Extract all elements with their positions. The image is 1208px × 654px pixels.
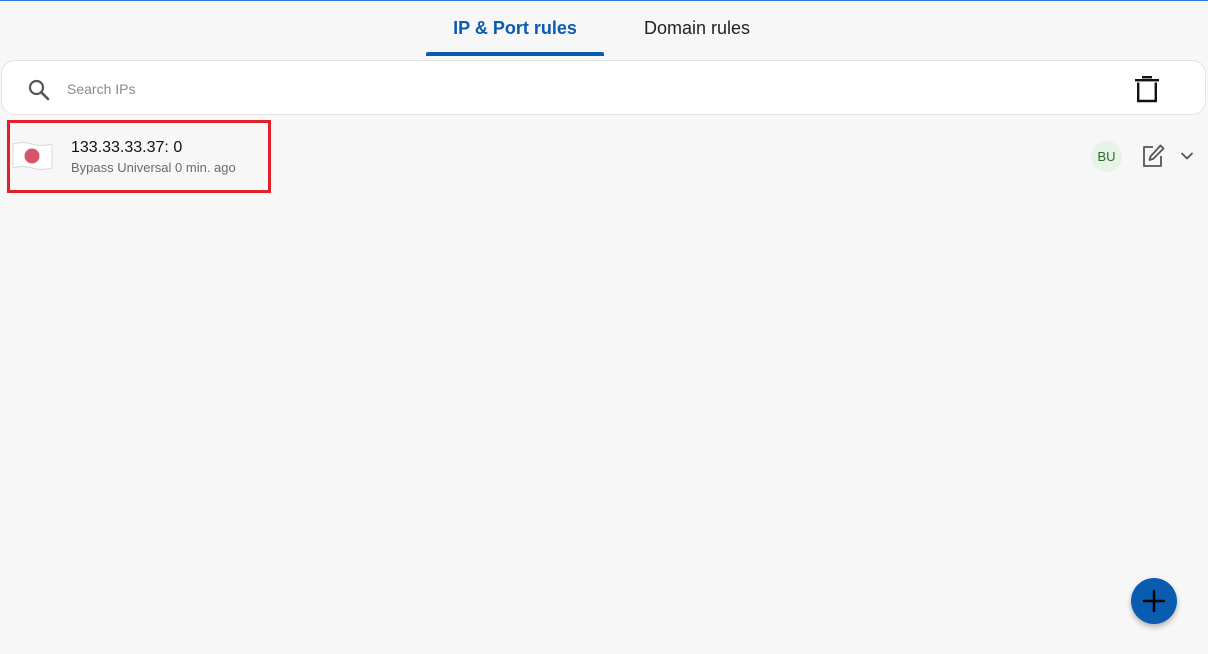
- edit-icon[interactable]: [1140, 143, 1166, 169]
- rule-row[interactable]: 133.33.33.37: 0 Bypass Universal 0 min. …: [0, 120, 1208, 193]
- trash-icon[interactable]: [1132, 74, 1162, 104]
- tab-ip-port-rules[interactable]: IP & Port rules: [426, 0, 604, 56]
- rule-subtitle: Bypass Universal 0 min. ago: [71, 160, 236, 175]
- add-rule-button[interactable]: [1131, 578, 1177, 624]
- search-input[interactable]: [65, 74, 969, 104]
- rule-type-badge: BU: [1091, 141, 1122, 172]
- tab-bar: IP & Port rules Domain rules: [0, 0, 1208, 56]
- search-bar: [1, 60, 1206, 115]
- chevron-down-icon[interactable]: [1179, 148, 1195, 164]
- tab-domain-rules-label: Domain rules: [643, 17, 751, 38]
- japan-flag-icon: [12, 142, 53, 170]
- app-root: IP & Port rules Domain rules 133.33.33.3…: [0, 0, 1208, 654]
- tab-domain-rules[interactable]: Domain rules: [618, 0, 776, 56]
- plus-icon: [1142, 589, 1166, 613]
- rule-title: 133.33.33.37: 0: [71, 139, 183, 156]
- search-icon: [28, 79, 50, 101]
- tab-ip-port-rules-label: IP & Port rules: [453, 17, 577, 38]
